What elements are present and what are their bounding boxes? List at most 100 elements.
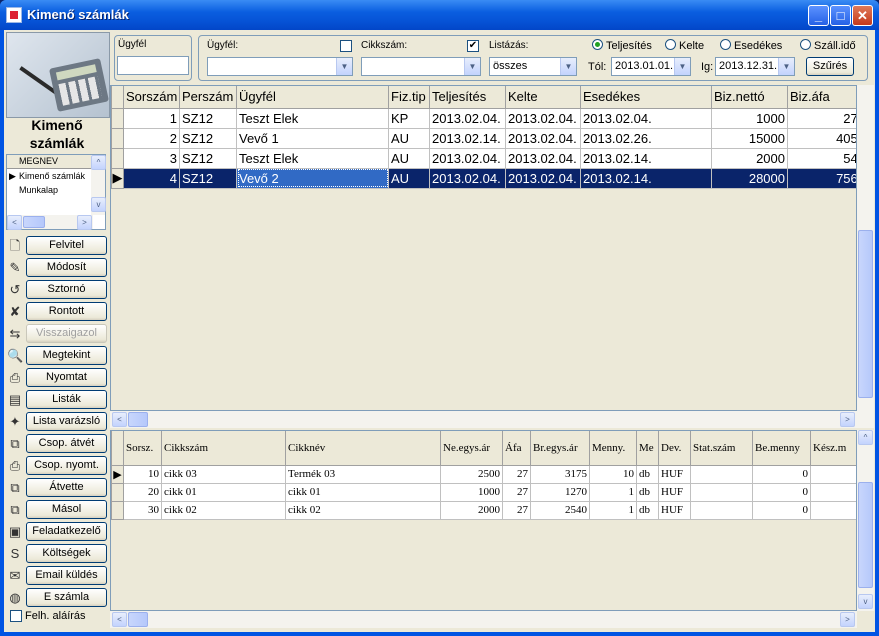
table-cell[interactable]: db — [636, 482, 659, 502]
table-row[interactable]: 20 cikk 01 cikk 01 1000 27 1270 1 db HUF 0 — [111, 482, 856, 502]
column-header[interactable]: Be.menny — [752, 431, 811, 466]
ig-date-input[interactable]: 2013.12.31. ▼ — [715, 57, 795, 76]
action-button[interactable]: Költségek — [26, 544, 107, 563]
table-cell[interactable]: 1000 — [711, 107, 788, 129]
column-header[interactable]: Dev. — [658, 431, 691, 466]
table-cell[interactable]: 7560 — [787, 167, 856, 189]
listazas-select[interactable]: összes ▼ — [489, 57, 577, 76]
table-cell[interactable]: 27 — [502, 464, 531, 484]
table-cell[interactable]: 2000 — [440, 500, 503, 520]
scroll-left-icon[interactable]: < — [7, 215, 22, 230]
chevron-down-icon[interactable]: ▼ — [336, 58, 352, 75]
table-cell[interactable]: 1 — [589, 500, 637, 520]
table-cell[interactable]: 2013.02.26. — [580, 127, 712, 149]
table-cell[interactable] — [690, 464, 753, 484]
action-button[interactable]: Másol — [26, 500, 107, 519]
action-button[interactable]: E számla — [26, 588, 107, 607]
ugyfel-select[interactable]: ▼ — [207, 57, 353, 76]
table-cell[interactable]: 1000 — [440, 482, 503, 502]
chevron-down-icon[interactable]: ▼ — [674, 58, 690, 75]
module-list[interactable]: MEGNEV ▶ Kimenő számlák Munkalap ^ v < > — [6, 154, 106, 230]
title-bar[interactable]: Kimenő számlák _ □ ✕ — [0, 0, 879, 30]
table-cell[interactable]: 2013.02.04. — [429, 167, 506, 189]
table-cell[interactable]: 540 — [787, 147, 856, 169]
megtekint-button-row[interactable]: 🔍 Megtekint — [6, 346, 107, 366]
scroll-right-icon[interactable]: > — [840, 412, 855, 427]
action-button[interactable]: Visszaigazol — [26, 324, 107, 343]
column-header[interactable]: Áfa — [502, 431, 531, 466]
module-list-hscroll[interactable]: < > — [7, 215, 93, 230]
scroll-thumb[interactable] — [858, 482, 873, 588]
scroll-thumb[interactable] — [858, 230, 873, 398]
scroll-up-icon[interactable]: ^ — [858, 430, 873, 445]
column-header[interactable]: Cikkszám — [161, 431, 286, 466]
cikkszam-checkbox[interactable]: ✔ — [467, 40, 479, 52]
tol-date-input[interactable]: 2013.01.01. ▼ — [611, 57, 691, 76]
table-cell[interactable]: SZ12 — [179, 127, 237, 149]
scroll-right-icon[interactable]: > — [840, 612, 855, 627]
table-cell[interactable]: 0 — [752, 482, 811, 502]
table-cell[interactable]: 2013.02.14. — [429, 127, 506, 149]
email-küldés-button-row[interactable]: ✉ Email küldés — [6, 566, 107, 586]
e-számla-button-row[interactable]: ◍ E számla — [6, 588, 107, 608]
column-header[interactable]: Cikknév — [285, 431, 441, 466]
minimize-button[interactable]: _ — [808, 5, 829, 26]
table-cell[interactable]: KP — [388, 107, 430, 129]
action-button[interactable]: Csop. nyomt. — [26, 456, 107, 475]
action-button[interactable]: Nyomtat — [26, 368, 107, 387]
column-header[interactable]: Sorszám — [123, 86, 180, 109]
column-header[interactable]: Ügyfél — [236, 86, 389, 109]
feladatkezelő-button-row[interactable]: ▣ Feladatkezelő — [6, 522, 107, 542]
table-cell[interactable]: 2013.02.04. — [505, 107, 581, 129]
table-cell[interactable]: 2013.02.14. — [580, 167, 712, 189]
table-cell[interactable]: AU — [388, 167, 430, 189]
table-cell[interactable]: 0 — [752, 500, 811, 520]
column-header[interactable]: Kész.m — [810, 431, 856, 466]
table-cell[interactable]: 270 — [787, 107, 856, 129]
radio-circle-icon[interactable] — [665, 39, 676, 50]
table-row[interactable]: 2 SZ12 Vevő 1 AU 2013.02.14. 2013.02.04. 2013.… — [111, 127, 856, 149]
ugyfel-box-input[interactable] — [117, 56, 189, 75]
rontott-button-row[interactable]: ✘ Rontott — [6, 302, 107, 322]
felvitel-button-row[interactable]: 🗋 Felvitel — [6, 236, 107, 256]
table-cell[interactable]: Vevő 2 — [236, 167, 389, 189]
table-cell[interactable]: 4050 — [787, 127, 856, 149]
column-header[interactable]: Ne.egys.ár — [440, 431, 503, 466]
action-button[interactable]: Email küldés — [26, 566, 107, 585]
checkbox-box[interactable] — [10, 610, 22, 623]
felh-alairas-checkbox[interactable]: Felh. aláírás — [10, 610, 86, 623]
scroll-thumb[interactable] — [128, 612, 148, 627]
column-header[interactable]: Perszám — [179, 86, 237, 109]
radio-circle-icon[interactable] — [720, 39, 731, 50]
table-cell[interactable]: 2540 — [530, 500, 590, 520]
table-cell[interactable]: cikk 03 — [161, 464, 286, 484]
ugyfel-checkbox[interactable] — [340, 40, 352, 52]
table-cell[interactable]: 27 — [502, 482, 531, 502]
radio-circle-icon[interactable] — [592, 39, 603, 50]
table-cell[interactable]: 1 — [589, 482, 637, 502]
table-cell[interactable] — [810, 482, 856, 502]
table-cell[interactable]: db — [636, 464, 659, 484]
table-cell[interactable]: SZ12 — [179, 147, 237, 169]
table-cell[interactable]: 3 — [123, 147, 180, 169]
nyomtat-button-row[interactable]: ⎙ Nyomtat — [6, 368, 107, 388]
table-cell[interactable]: cikk 02 — [161, 500, 286, 520]
table-row[interactable]: 3 SZ12 Teszt Elek AU 2013.02.04. 2013.02.04. 2… — [111, 147, 856, 169]
invoice-hscroll[interactable]: < > — [110, 411, 857, 428]
csop-átvét-button-row[interactable]: ⧉ Csop. átvét — [6, 434, 107, 454]
table-row[interactable]: ▶ 4 SZ12 Vevő 2 AU 2013.02.04. 2013.02.04. 2013… — [111, 167, 856, 189]
radio-1[interactable]: Kelte — [665, 39, 704, 52]
table-cell[interactable]: 10 — [589, 464, 637, 484]
column-header[interactable]: Sorsz. — [123, 431, 162, 466]
table-cell[interactable]: cikk 01 — [161, 482, 286, 502]
table-cell[interactable]: 3175 — [530, 464, 590, 484]
table-cell[interactable]: 27 — [502, 500, 531, 520]
table-cell[interactable]: cikk 01 — [285, 482, 441, 502]
költségek-button-row[interactable]: S Költségek — [6, 544, 107, 564]
table-row[interactable]: 30 cikk 02 cikk 02 2000 27 2540 1 db HUF 0 — [111, 500, 856, 520]
column-header[interactable]: Kelte — [505, 86, 581, 109]
table-cell[interactable]: 10 — [123, 464, 162, 484]
table-cell[interactable]: 2013.02.04. — [429, 147, 506, 169]
table-cell[interactable]: 28000 — [711, 167, 788, 189]
table-cell[interactable]: Termék 03 — [285, 464, 441, 484]
